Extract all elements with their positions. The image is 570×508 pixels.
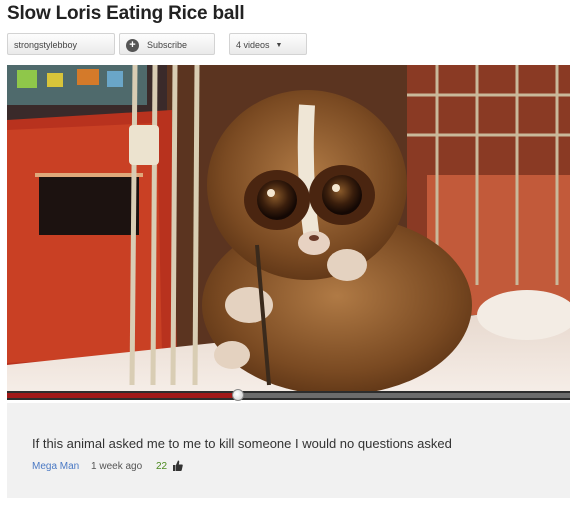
progress-scrubber-handle[interactable]	[231, 389, 244, 401]
comment-text: If this animal asked me to me to kill so…	[32, 436, 452, 451]
videos-label: 4 videos	[236, 40, 270, 50]
thumbs-up-icon[interactable]	[172, 460, 183, 474]
progress-played	[7, 393, 238, 398]
videos-dropdown[interactable]: 4 videos ▼	[229, 33, 307, 55]
chevron-down-icon: ▼	[275, 41, 283, 49]
comment-like-count: 22	[155, 461, 168, 472]
channel-name-button[interactable]: strongstylebboy	[7, 33, 115, 55]
video-progress-bar[interactable]	[7, 389, 570, 401]
video-title: Slow Loris Eating Rice ball	[7, 3, 245, 24]
plus-icon: +	[126, 39, 139, 53]
comment-author-link[interactable]: Mega Man	[32, 461, 79, 472]
video-frame-image	[7, 65, 570, 395]
comment-meta: Mega Man 1 week ago 22	[32, 460, 183, 474]
subscribe-button[interactable]: + Subscribe	[119, 33, 215, 55]
comment: If this animal asked me to me to kill so…	[7, 403, 570, 498]
video-player[interactable]	[7, 65, 570, 395]
comment-timestamp: 1 week ago	[91, 461, 143, 472]
subscribe-label: Subscribe	[147, 40, 188, 50]
